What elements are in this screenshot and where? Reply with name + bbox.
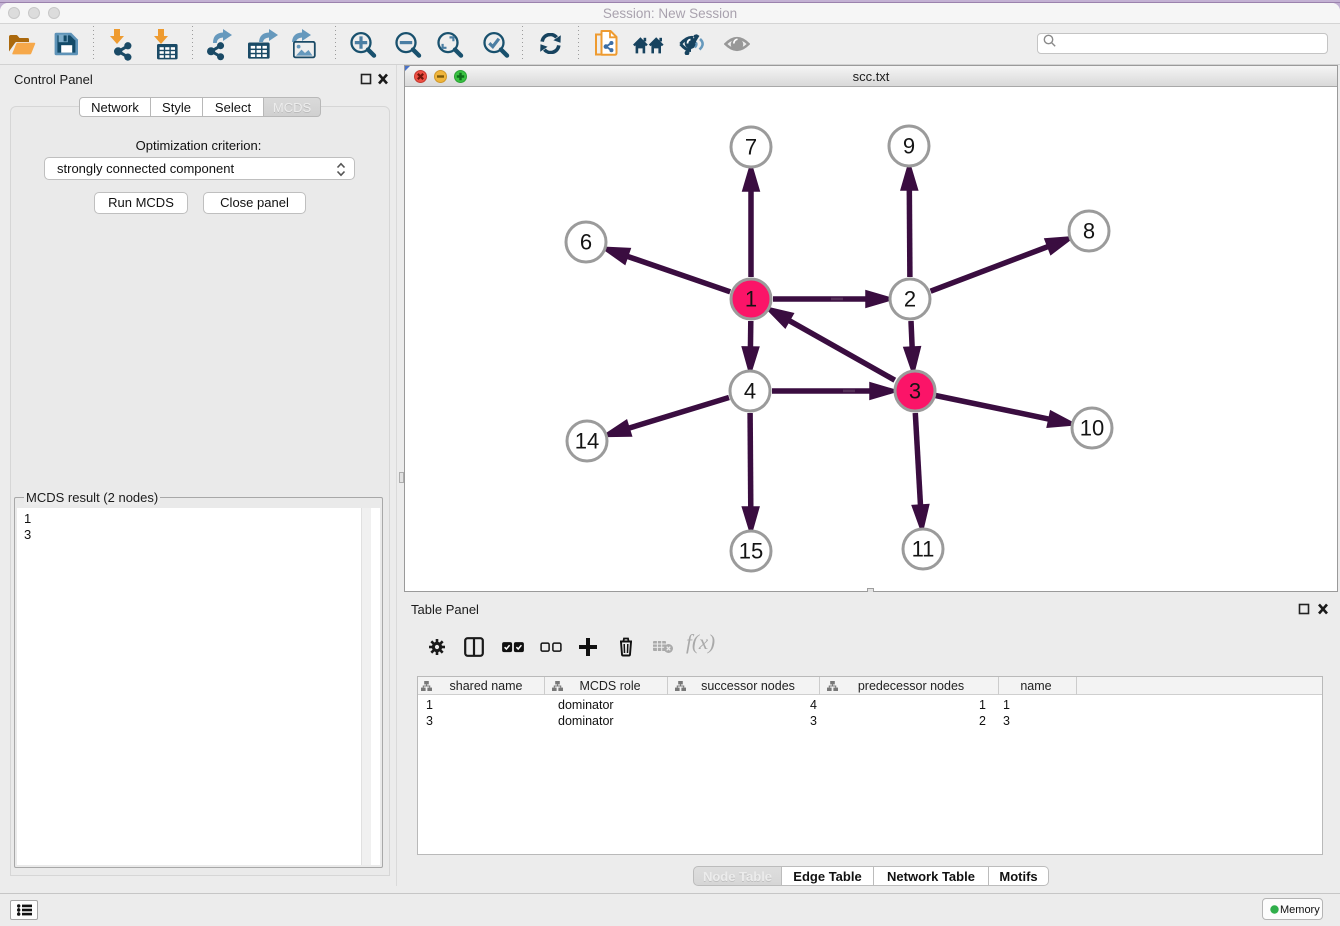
svg-text:7: 7 bbox=[745, 135, 757, 160]
svg-text:9: 9 bbox=[903, 134, 915, 159]
svg-text:8: 8 bbox=[1083, 219, 1095, 244]
svg-text:3: 3 bbox=[909, 379, 921, 404]
svg-text:14: 14 bbox=[575, 429, 599, 454]
svg-text:15: 15 bbox=[739, 539, 763, 564]
svg-text:11: 11 bbox=[912, 537, 935, 562]
svg-text:1: 1 bbox=[745, 287, 757, 312]
svg-text:4: 4 bbox=[744, 379, 756, 404]
svg-text:2: 2 bbox=[904, 287, 916, 312]
svg-text:6: 6 bbox=[580, 230, 592, 255]
svg-text:f(x): f(x) bbox=[686, 633, 715, 654]
svg-text:10: 10 bbox=[1080, 416, 1104, 441]
